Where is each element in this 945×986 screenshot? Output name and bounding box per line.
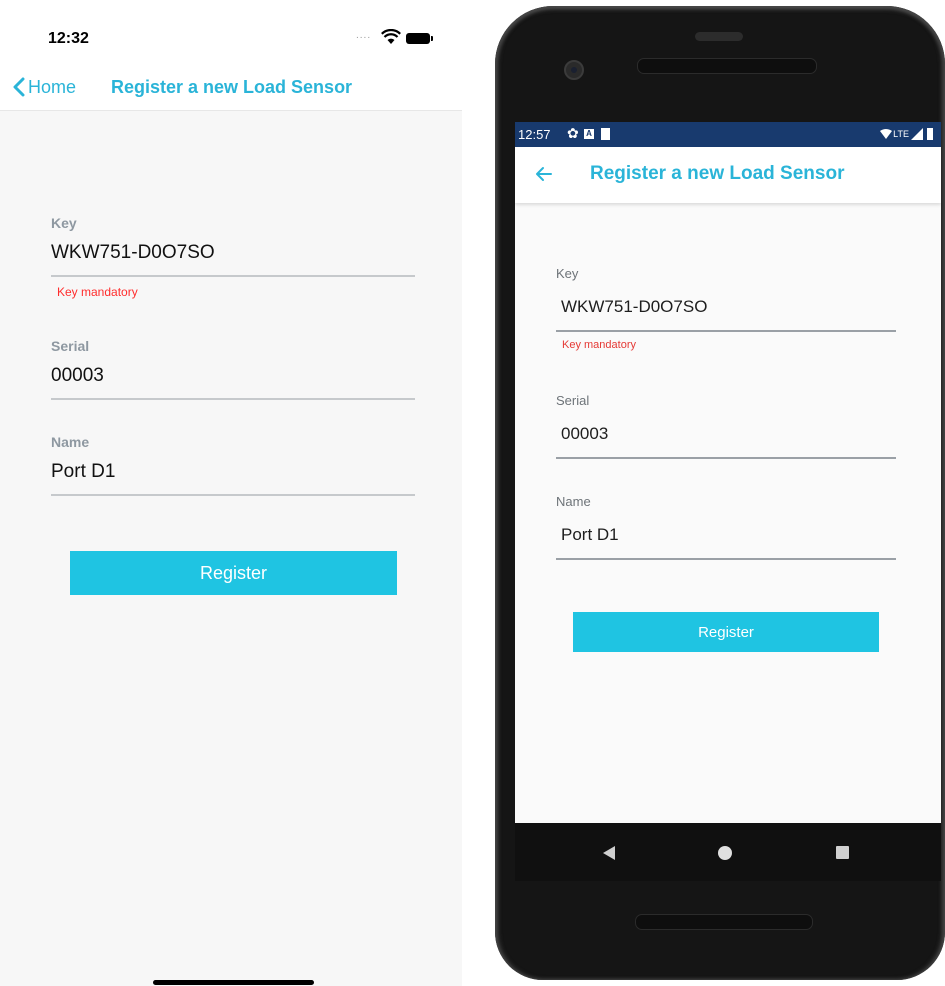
ios-status-bar: 12:32 .... bbox=[0, 0, 462, 64]
signal-dots-icon: .... bbox=[356, 30, 372, 41]
android-screen: 12:57 ✿ A LTE Register a new Load Sensor… bbox=[515, 122, 941, 823]
key-field[interactable]: Key WKW751-D0O7SO bbox=[51, 215, 415, 277]
battery-icon bbox=[927, 128, 933, 140]
ios-screen: 12:32 .... Home Register a new Load Sens… bbox=[0, 0, 462, 986]
register-button[interactable]: Register bbox=[70, 551, 397, 595]
android-phone-frame: 12:57 ✿ A LTE Register a new Load Sensor… bbox=[495, 6, 945, 980]
serial-input[interactable]: 00003 bbox=[51, 365, 415, 387]
phone-sensor-slot bbox=[695, 32, 743, 41]
sd-card-icon bbox=[601, 128, 610, 140]
nav-home-icon[interactable] bbox=[718, 846, 732, 860]
page-title: Register a new Load Sensor bbox=[590, 163, 845, 184]
arrow-left-icon[interactable] bbox=[531, 161, 557, 187]
wifi-icon bbox=[880, 129, 893, 139]
top-speaker-grille bbox=[637, 58, 817, 74]
key-error-message: Key mandatory bbox=[57, 285, 138, 299]
back-button[interactable]: Home bbox=[12, 74, 76, 100]
ios-navigation-bar: Home Register a new Load Sensor bbox=[0, 64, 462, 111]
key-error-message: Key mandatory bbox=[562, 339, 636, 351]
settings-gear-icon: ✿ bbox=[567, 125, 579, 141]
key-field[interactable]: Key WKW751-D0O7SO bbox=[556, 266, 896, 332]
ios-status-time: 12:32 bbox=[48, 30, 89, 47]
lte-label: LTE bbox=[893, 129, 909, 139]
back-button-label: Home bbox=[28, 76, 77, 97]
page-title: Register a new Load Sensor bbox=[111, 77, 353, 97]
android-navigation-bar bbox=[515, 823, 941, 881]
wifi-icon bbox=[381, 29, 401, 44]
key-input[interactable]: WKW751-D0O7SO bbox=[561, 297, 896, 317]
register-button[interactable]: Register bbox=[573, 612, 879, 652]
serial-field[interactable]: Serial 00003 bbox=[51, 338, 415, 400]
android-status-bar: 12:57 ✿ A LTE bbox=[515, 122, 941, 147]
battery-icon bbox=[406, 33, 433, 44]
key-label: Key bbox=[51, 215, 77, 231]
name-underline bbox=[556, 558, 896, 560]
key-underline bbox=[51, 275, 415, 277]
serial-underline bbox=[556, 457, 896, 459]
name-underline bbox=[51, 494, 415, 496]
nav-back-icon[interactable] bbox=[603, 846, 615, 860]
name-field[interactable]: Name Port D1 bbox=[51, 434, 415, 496]
serial-label: Serial bbox=[51, 338, 90, 354]
serial-underline bbox=[51, 398, 415, 400]
android-app-bar: Register a new Load Sensor bbox=[515, 147, 941, 203]
a-badge-icon: A bbox=[584, 129, 594, 139]
name-label: Name bbox=[556, 494, 591, 509]
signal-icon bbox=[911, 128, 923, 140]
serial-label: Serial bbox=[556, 393, 590, 408]
front-camera-icon bbox=[564, 60, 584, 80]
key-label: Key bbox=[556, 266, 579, 281]
name-field[interactable]: Name Port D1 bbox=[556, 494, 896, 560]
android-status-time: 12:57 bbox=[518, 127, 551, 142]
serial-field[interactable]: Serial 00003 bbox=[556, 393, 896, 459]
name-input[interactable]: Port D1 bbox=[561, 525, 896, 545]
key-input[interactable]: WKW751-D0O7SO bbox=[51, 242, 415, 264]
key-underline bbox=[556, 330, 896, 332]
serial-input[interactable]: 00003 bbox=[561, 424, 896, 444]
chevron-left-icon bbox=[13, 77, 25, 97]
bottom-speaker-grille bbox=[635, 914, 813, 930]
name-input[interactable]: Port D1 bbox=[51, 461, 415, 483]
name-label: Name bbox=[51, 434, 90, 450]
home-indicator[interactable] bbox=[153, 980, 314, 985]
status-right-group: LTE bbox=[880, 128, 933, 140]
nav-recents-icon[interactable] bbox=[836, 846, 849, 859]
